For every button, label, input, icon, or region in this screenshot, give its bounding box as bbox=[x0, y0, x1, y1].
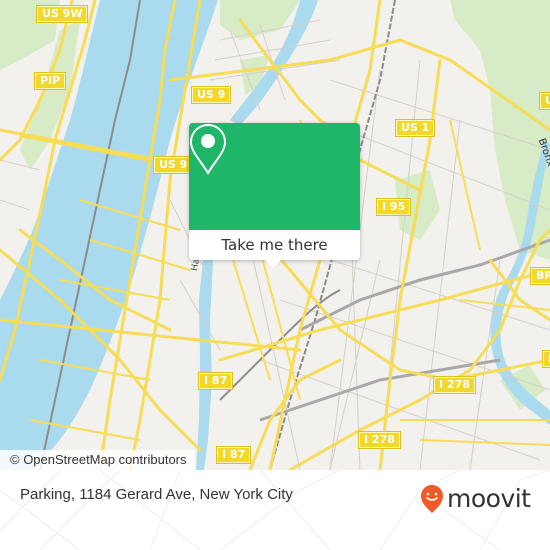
road-shield-us9: US 9 bbox=[192, 87, 231, 103]
moovit-smile-pin-icon bbox=[421, 485, 443, 513]
harlem-river bbox=[196, 260, 213, 470]
road-shield-i87: I 87 bbox=[217, 447, 251, 463]
destination-popup[interactable]: Take me there bbox=[189, 123, 360, 268]
place-title: Parking, 1184 Gerard Ave, New York City bbox=[20, 486, 293, 503]
road-shield-pip: PIP bbox=[35, 73, 66, 89]
road-shield-i278: I 278 bbox=[359, 432, 400, 448]
road-shield-u: U bbox=[540, 93, 550, 109]
road-shield-us1: US 1 bbox=[396, 120, 435, 136]
attribution-text: © OpenStreetMap contributors bbox=[10, 452, 187, 467]
road-shield-us9: US 9 bbox=[154, 157, 193, 173]
moovit-logo[interactable]: moovit bbox=[420, 482, 531, 516]
map-attribution[interactable]: © OpenStreetMap contributors bbox=[0, 450, 195, 470]
road-shield-i87: I 87 bbox=[199, 373, 233, 389]
road-shield-i278: I 278 bbox=[434, 377, 475, 393]
map-view[interactable]: US 9W PIP US 9 US 9 US 1 I 95 I 87 I 87 … bbox=[0, 0, 550, 470]
popup-header bbox=[189, 123, 360, 230]
map-pin-icon bbox=[189, 123, 227, 175]
popup-pointer bbox=[265, 260, 281, 268]
road-shield-b: B bbox=[543, 351, 550, 367]
road-shield-us9w: US 9W bbox=[37, 6, 88, 22]
take-me-there-button[interactable]: Take me there bbox=[189, 230, 360, 260]
footer: Parking, 1184 Gerard Ave, New York City … bbox=[0, 470, 550, 550]
moovit-logo-text: moovit bbox=[447, 484, 531, 513]
road-shield-i95: I 95 bbox=[377, 199, 411, 215]
road-shield-br: BR bbox=[531, 268, 550, 284]
